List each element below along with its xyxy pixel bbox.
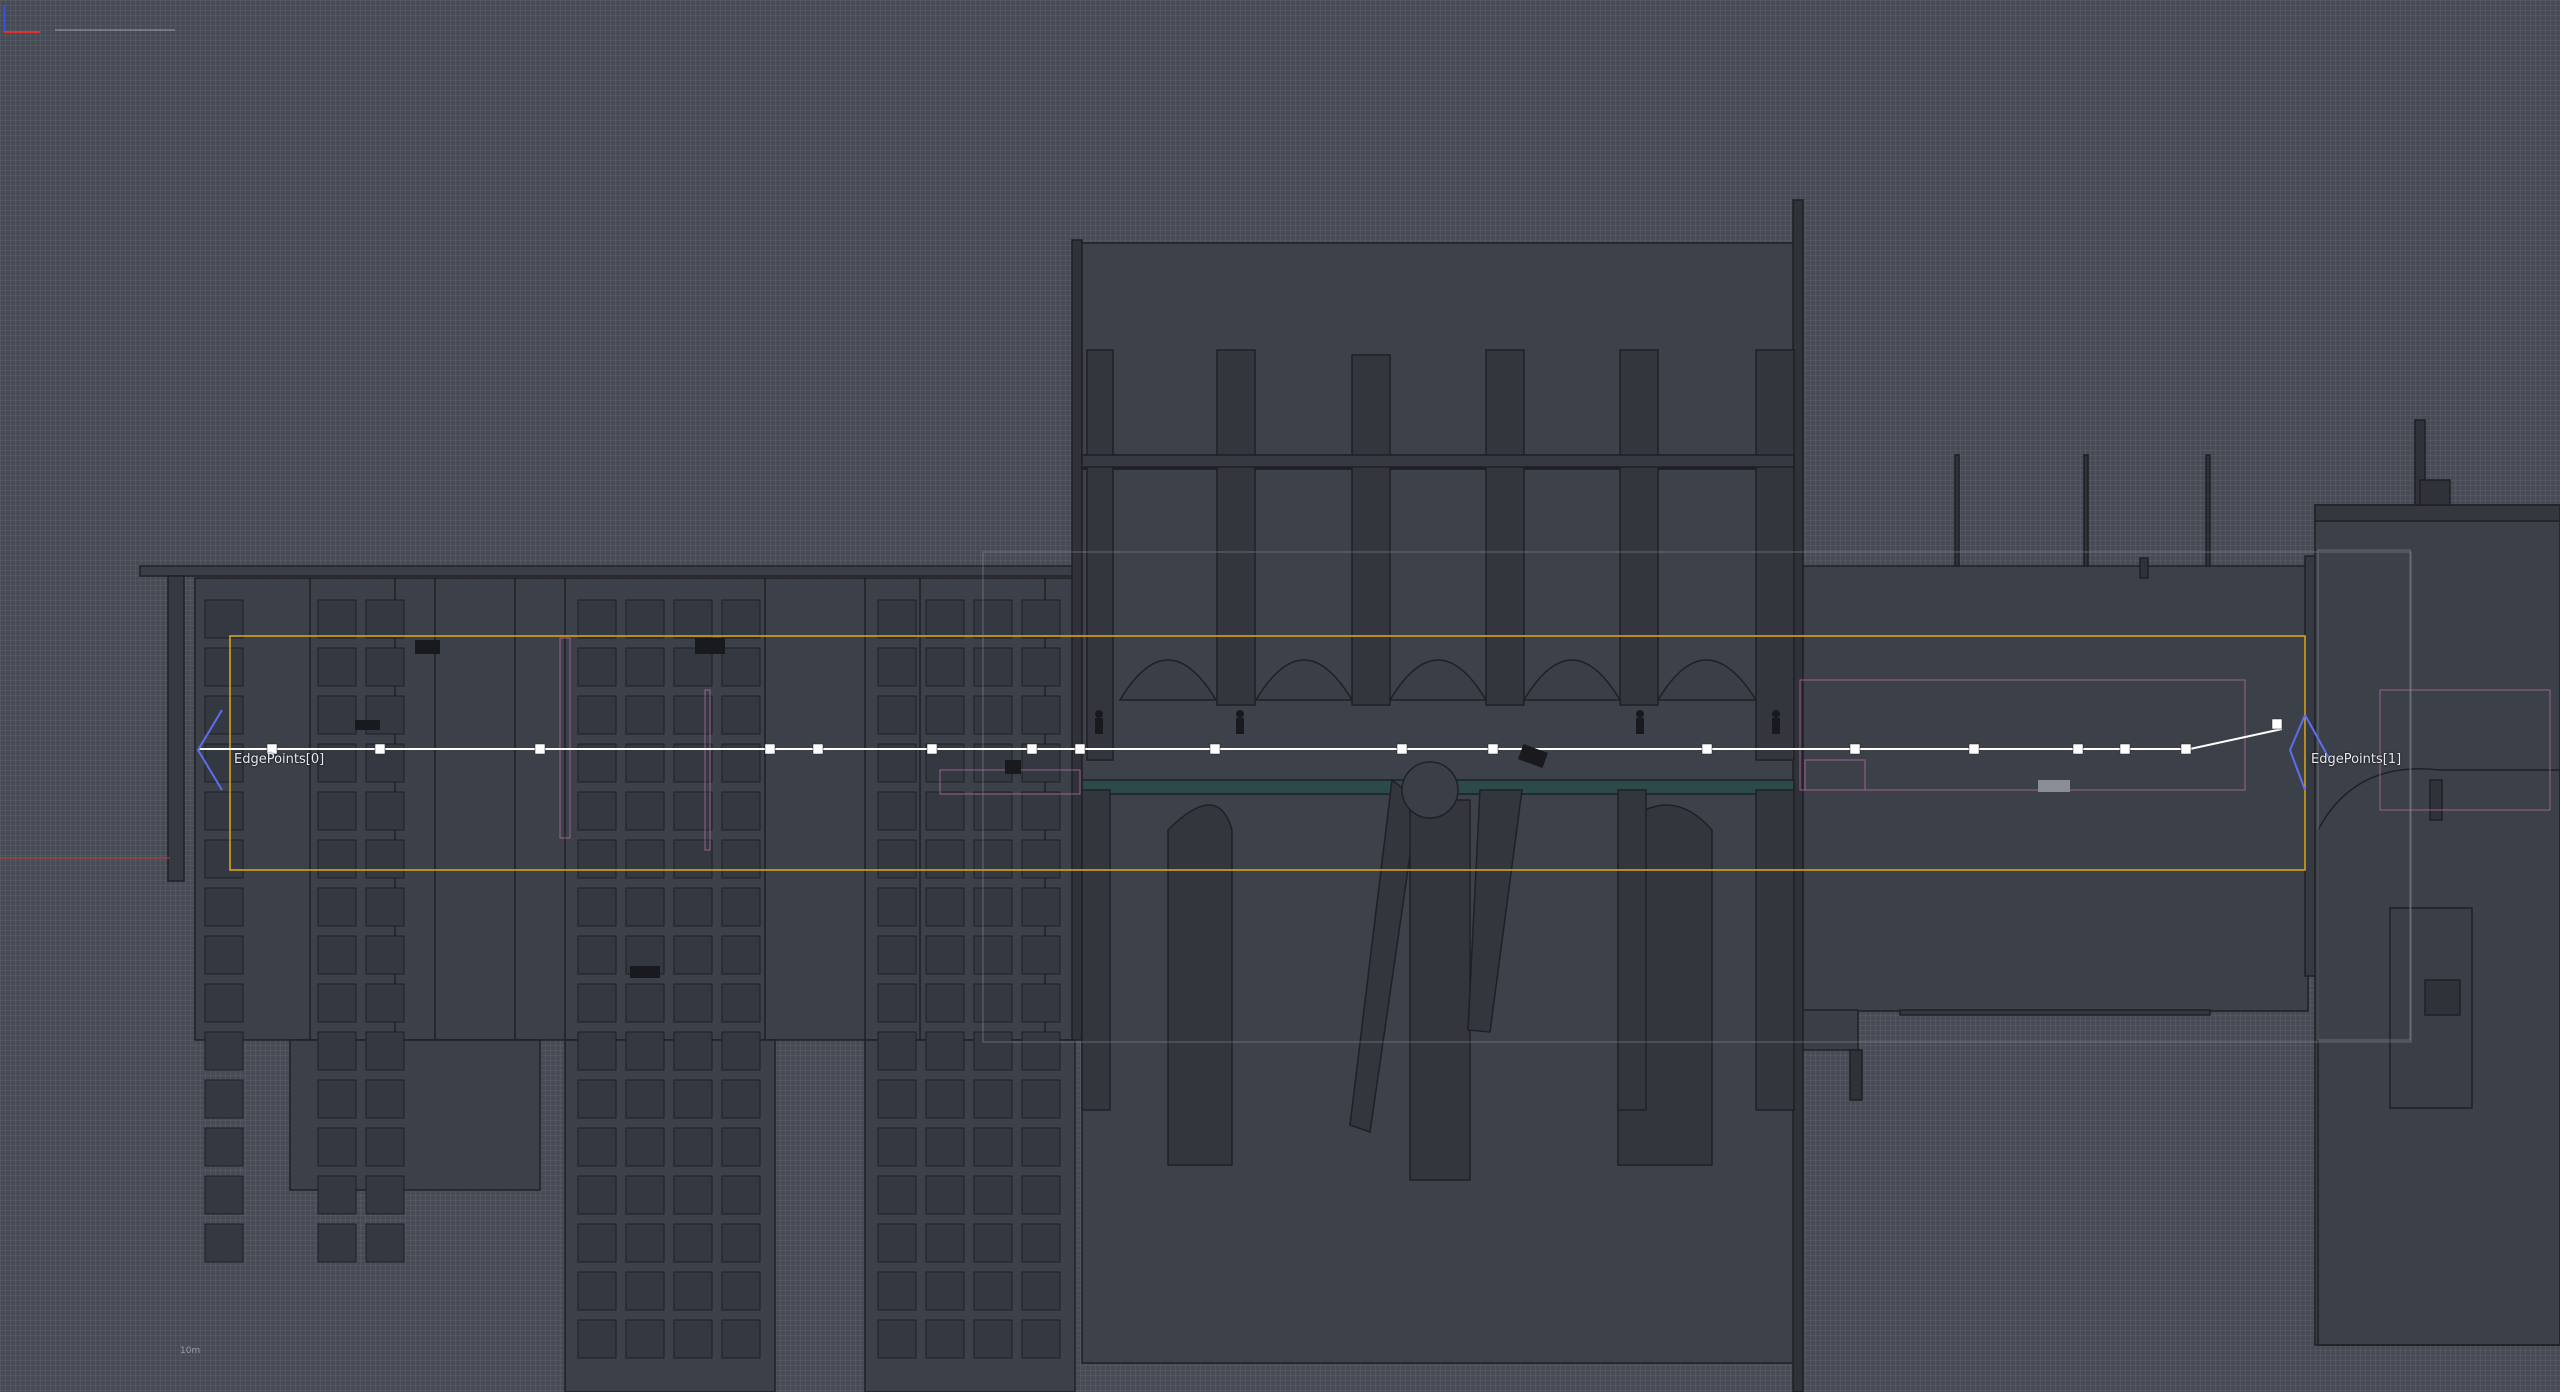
- spline-point[interactable]: [2271, 718, 2283, 730]
- spline-point[interactable]: [2072, 743, 2084, 755]
- spline-point[interactable]: [1701, 743, 1713, 755]
- spline-point[interactable]: [812, 743, 824, 755]
- camera-actor-icon: [355, 720, 380, 730]
- spline-point[interactable]: [1209, 743, 1221, 755]
- character-actor-icon: [1636, 710, 1644, 718]
- spline-point[interactable]: [374, 743, 386, 755]
- camera-actor-icon: [695, 638, 725, 654]
- central-hall[interactable]: [1071, 199, 1804, 1392]
- spline-point[interactable]: [926, 743, 938, 755]
- spline-point[interactable]: [1849, 743, 1861, 755]
- character-actor-icon: [1095, 710, 1103, 718]
- spline-point[interactable]: [764, 743, 776, 755]
- spline-point[interactable]: [1026, 743, 1038, 755]
- camera-actor-icon: [415, 640, 440, 654]
- spline-point[interactable]: [1396, 743, 1408, 755]
- scene-geometry[interactable]: [0, 0, 2560, 1392]
- spline-point[interactable]: [1074, 743, 1086, 755]
- spline-point[interactable]: [2119, 743, 2131, 755]
- left-building[interactable]: [139, 565, 1076, 1392]
- right-building[interactable]: [1802, 419, 2560, 1346]
- spline-point[interactable]: [1487, 743, 1499, 755]
- edge-point-label-end[interactable]: EdgePoints[1]: [2311, 752, 2401, 767]
- scale-label: 10m: [180, 1346, 201, 1356]
- spline-point[interactable]: [534, 743, 546, 755]
- spline-point[interactable]: [1968, 743, 1980, 755]
- camera-actor-icon: [630, 966, 660, 978]
- spline-point[interactable]: [2180, 743, 2192, 755]
- edge-point-label-start[interactable]: EdgePoints[0]: [234, 752, 324, 767]
- character-actor-icon: [1236, 710, 1244, 718]
- axis-gizmo: [3, 6, 175, 33]
- camera-actor-icon: [1005, 760, 1021, 774]
- character-actor-icon: [1772, 710, 1780, 718]
- level-viewport[interactable]: EdgePoints[0] EdgePoints[1] 10m: [0, 0, 2560, 1392]
